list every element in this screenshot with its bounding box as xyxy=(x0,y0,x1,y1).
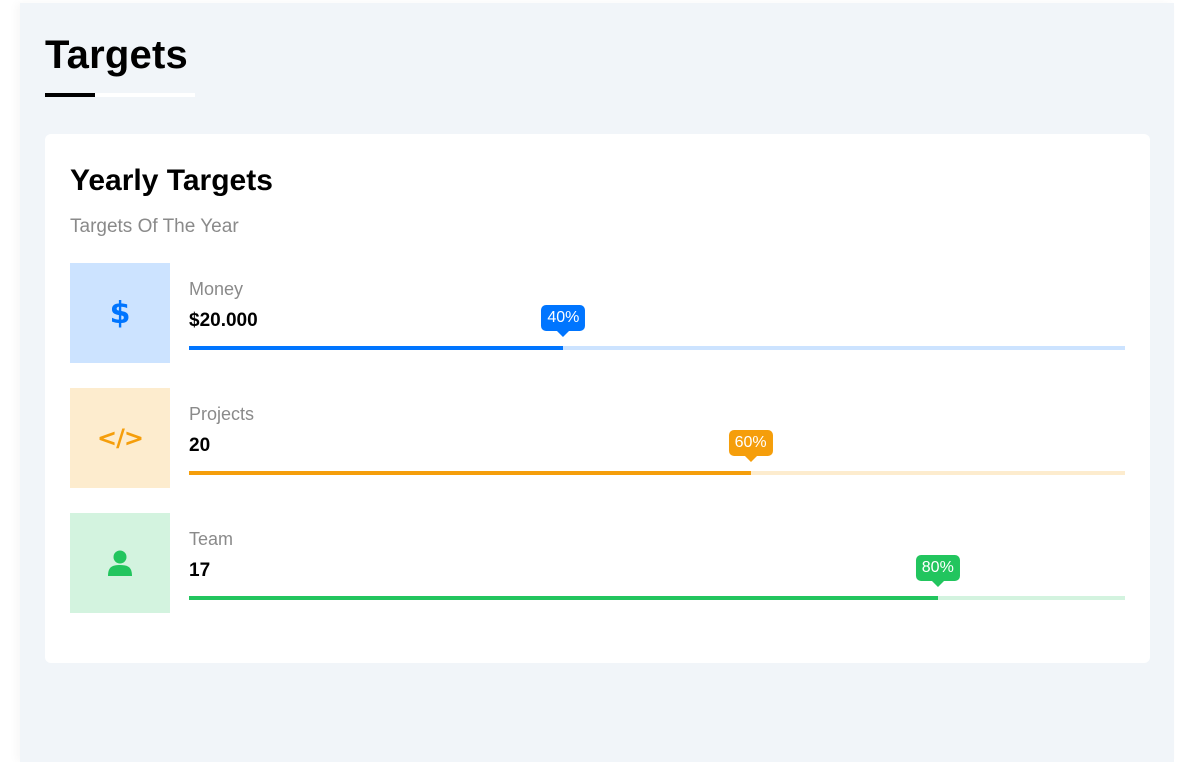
target-value: $20.000 xyxy=(189,310,258,331)
progress-badge: 40% xyxy=(541,305,586,331)
target-label: Money xyxy=(189,279,244,299)
target-label: Team xyxy=(189,529,234,549)
progress-badge: 80% xyxy=(915,555,960,581)
dollar-icon: $ xyxy=(109,295,131,331)
progress-track: 80% xyxy=(189,555,1125,600)
page: Targets Yearly Targets Targets Of The Ye… xyxy=(20,3,1174,762)
target-icon-box: </> xyxy=(70,388,170,488)
target-projects: </> Projects 20 60% xyxy=(70,388,1125,488)
progress-badge: 60% xyxy=(728,430,773,456)
progress-track: 60% xyxy=(189,430,1125,475)
page-title: Targets xyxy=(45,33,188,77)
target-icon-box: $ xyxy=(70,263,170,363)
progress-track: 40% xyxy=(189,305,1125,350)
target-value: 17 xyxy=(189,560,211,581)
progress-fill xyxy=(189,596,938,600)
progress-fill xyxy=(189,471,751,475)
target-label: Projects xyxy=(189,404,255,424)
title-underline-accent xyxy=(45,93,95,97)
user-icon xyxy=(108,550,132,576)
code-icon: </> xyxy=(97,424,144,452)
progress-fill xyxy=(189,346,564,350)
target-value: 20 xyxy=(189,435,211,456)
target-icon-box xyxy=(70,513,170,613)
title-underline xyxy=(45,93,195,97)
target-money: $ Money $20.000 40% xyxy=(70,263,1125,363)
yearly-targets-card: Yearly Targets Targets Of The Year $ Mon… xyxy=(45,134,1150,663)
card-title: Yearly Targets xyxy=(70,164,273,197)
target-team: Team 17 80% xyxy=(70,513,1125,613)
card-subtitle: Targets Of The Year xyxy=(70,216,239,237)
